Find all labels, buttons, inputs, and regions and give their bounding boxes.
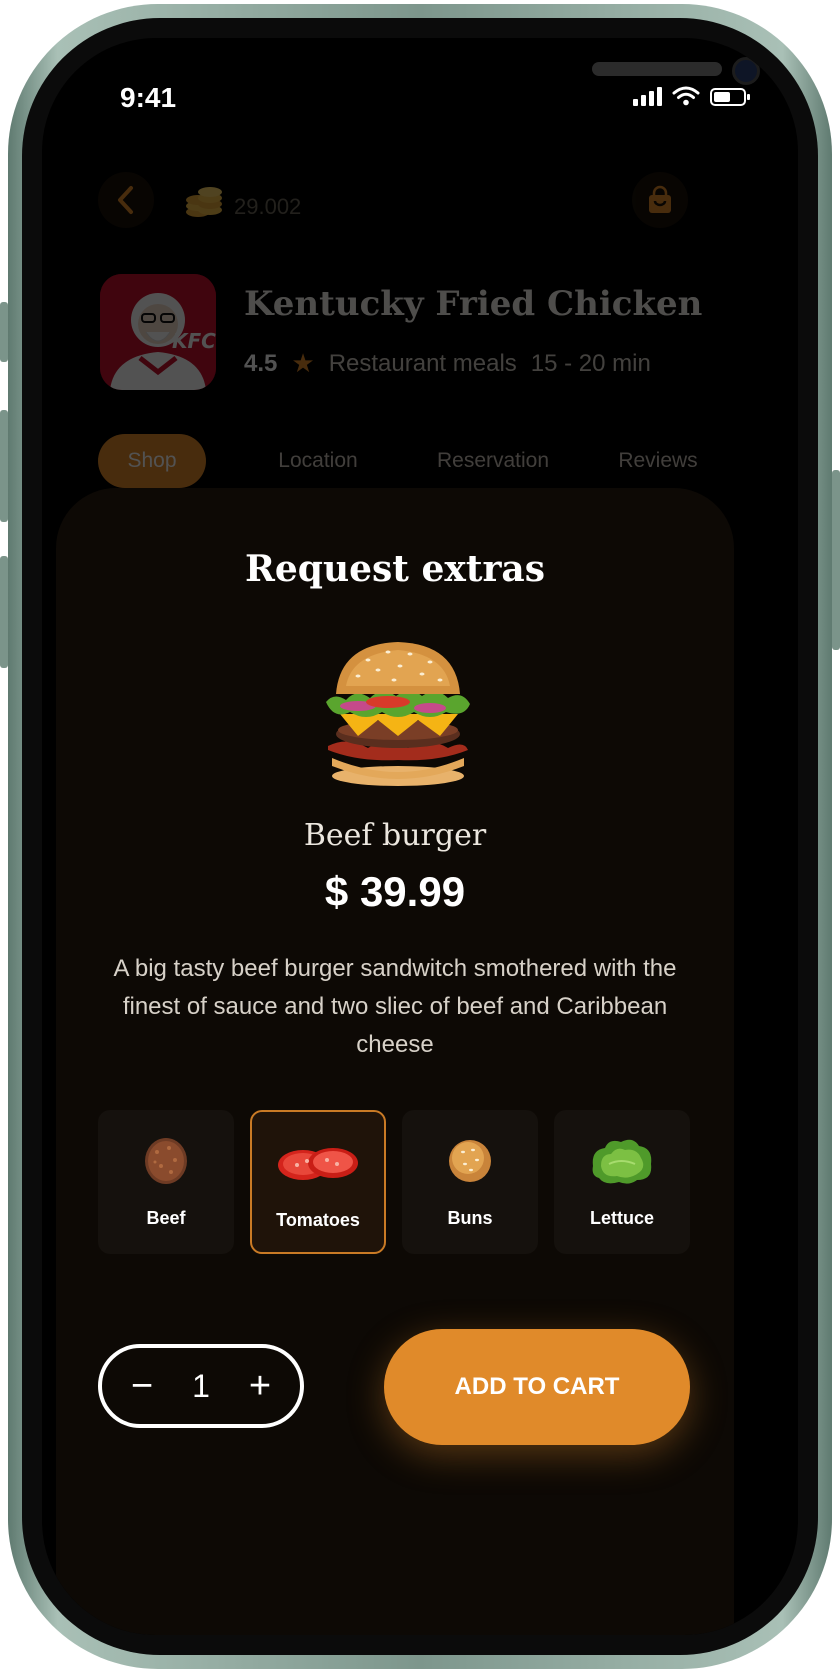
tab-shop[interactable]: Shop	[98, 434, 206, 488]
restaurant-logo: KFC	[100, 274, 216, 390]
extra-option-buns[interactable]: Buns	[402, 1110, 538, 1254]
screen: 9:41 29.002 KFC Kentucky Fried Chicken 4…	[42, 38, 798, 1635]
extra-option-tomatoes[interactable]: Tomatoes	[250, 1110, 386, 1254]
chevron-left-icon	[118, 186, 133, 214]
bun-icon	[449, 1140, 491, 1182]
extra-label-tomatoes: Tomatoes	[276, 1210, 360, 1230]
power-button	[832, 470, 840, 650]
restaurant-category: Restaurant meals	[328, 349, 517, 377]
quantity-stepper: − 1 +	[98, 1344, 304, 1428]
coins-icon	[186, 187, 222, 217]
volume-down-button	[0, 556, 8, 668]
coins-balance: 29.002	[234, 194, 302, 219]
minus-icon[interactable]: −	[122, 1367, 162, 1405]
burger-image	[326, 642, 470, 786]
back-button[interactable]	[98, 172, 154, 228]
product-price: $ 39.99	[324, 868, 466, 915]
tomato-slices-icon	[278, 1148, 358, 1180]
tab-reviews[interactable]: Reviews	[598, 434, 718, 488]
beef-patty-icon	[145, 1138, 187, 1184]
extra-option-beef[interactable]: Beef	[98, 1110, 234, 1254]
quantity-value: 1	[192, 1367, 210, 1404]
product-description: A big tasty beef burger sandwitch smothe…	[113, 955, 677, 1058]
tab-bar: Shop Location Reservation Reviews	[98, 434, 758, 488]
extra-label-buns: Buns	[447, 1208, 493, 1228]
rating-value: 4.5	[244, 349, 278, 377]
product-name: Beef burger	[303, 818, 487, 853]
volume-up-button	[0, 410, 8, 522]
shopping-bag-icon	[649, 185, 671, 213]
request-extras-sheet: Request extras Beef burger $ 39.99 A big…	[56, 488, 734, 1635]
tab-reservation[interactable]: Reservation	[418, 434, 568, 488]
extras-list: Beef Tomatoes Buns Lettuce	[98, 1110, 692, 1256]
mute-switch	[0, 302, 8, 362]
extra-label-beef: Beef	[146, 1208, 186, 1228]
extra-option-lettuce[interactable]: Lettuce	[554, 1110, 690, 1254]
lettuce-icon	[592, 1139, 652, 1184]
cart-bag-button[interactable]	[632, 172, 688, 228]
background-content: 29.002 KFC Kentucky Fried Chicken 4.5 ★ …	[42, 38, 798, 558]
star-icon: ★	[291, 348, 315, 378]
extra-label-lettuce: Lettuce	[589, 1208, 654, 1228]
delivery-time: 15 - 20 min	[530, 349, 651, 377]
restaurant-meta: 4.5 ★ Restaurant meals 15 - 20 min	[244, 348, 651, 379]
tab-location[interactable]: Location	[258, 434, 378, 488]
svg-text:KFC: KFC	[172, 329, 216, 353]
sheet-title: Request extras	[244, 548, 546, 590]
restaurant-name: Kentucky Fried Chicken	[244, 284, 703, 324]
plus-icon[interactable]: +	[240, 1367, 280, 1405]
add-to-cart-button[interactable]: ADD TO CART	[384, 1329, 690, 1445]
